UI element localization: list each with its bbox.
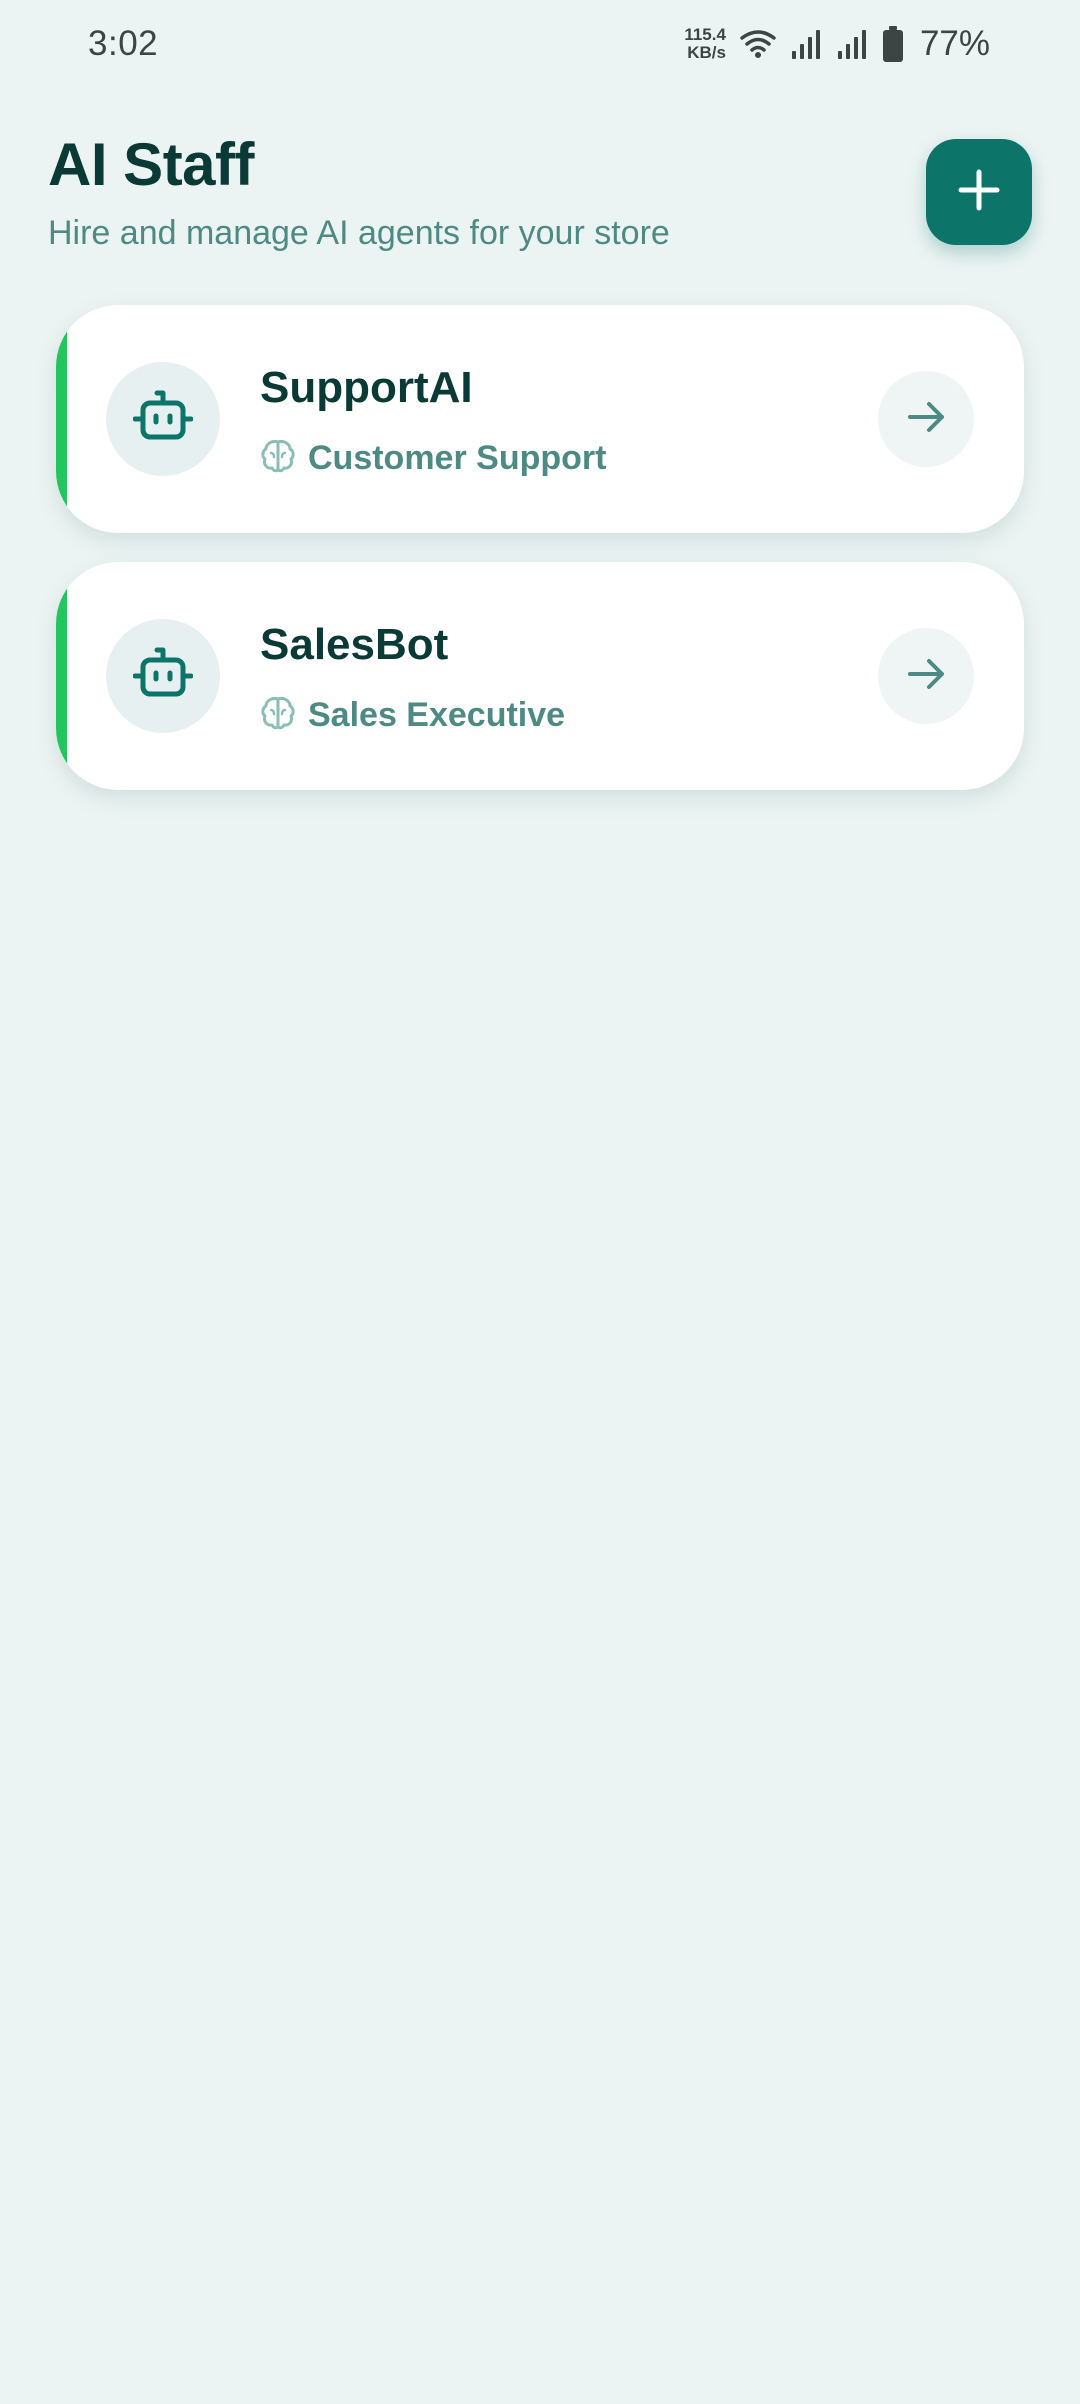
wifi-icon	[740, 28, 776, 60]
robot-icon	[132, 389, 194, 450]
signal-icon	[836, 29, 868, 59]
ai-staff-screen: 3:02 115.4 KB/s 77% AI Staff Hire and ma…	[0, 0, 1080, 2404]
status-icons: 115.4 KB/s 77%	[684, 22, 990, 66]
network-speed-value: 115.4	[684, 25, 726, 44]
robot-icon	[132, 646, 194, 707]
agent-role-row: Customer Support	[260, 438, 606, 478]
add-agent-button[interactable]	[926, 139, 1032, 245]
status-time: 3:02	[88, 24, 159, 63]
status-accent-bar	[56, 305, 67, 533]
agent-card-salesbot[interactable]: SalesBot Sales Executive	[56, 562, 1024, 790]
brain-icon	[260, 438, 296, 479]
battery-icon	[882, 26, 904, 62]
network-speed-unit: KB/s	[687, 43, 726, 62]
signal-icon	[790, 29, 822, 59]
agent-role-row: Sales Executive	[260, 695, 565, 735]
agent-role: Customer Support	[308, 438, 607, 477]
page-subtitle: Hire and manage AI agents for your store	[48, 214, 670, 252]
page-title: AI Staff	[48, 131, 255, 198]
agent-name: SalesBot	[260, 620, 449, 669]
agent-card-supportai[interactable]: SupportAI Customer Support	[56, 305, 1024, 533]
agent-role: Sales Executive	[308, 695, 566, 734]
status-accent-bar	[56, 562, 67, 790]
arrow-right-icon	[904, 395, 948, 444]
agent-name: SupportAI	[260, 363, 473, 412]
avatar	[106, 362, 220, 476]
brain-icon	[260, 695, 296, 736]
status-bar: 3:02 115.4 KB/s 77%	[0, 0, 1080, 90]
network-speed: 115.4 KB/s	[684, 26, 726, 62]
avatar	[106, 619, 220, 733]
open-agent-button[interactable]	[878, 628, 974, 724]
plus-icon	[957, 168, 1001, 217]
battery-percent: 77%	[919, 24, 990, 63]
open-agent-button[interactable]	[878, 371, 974, 467]
arrow-right-icon	[904, 652, 948, 701]
